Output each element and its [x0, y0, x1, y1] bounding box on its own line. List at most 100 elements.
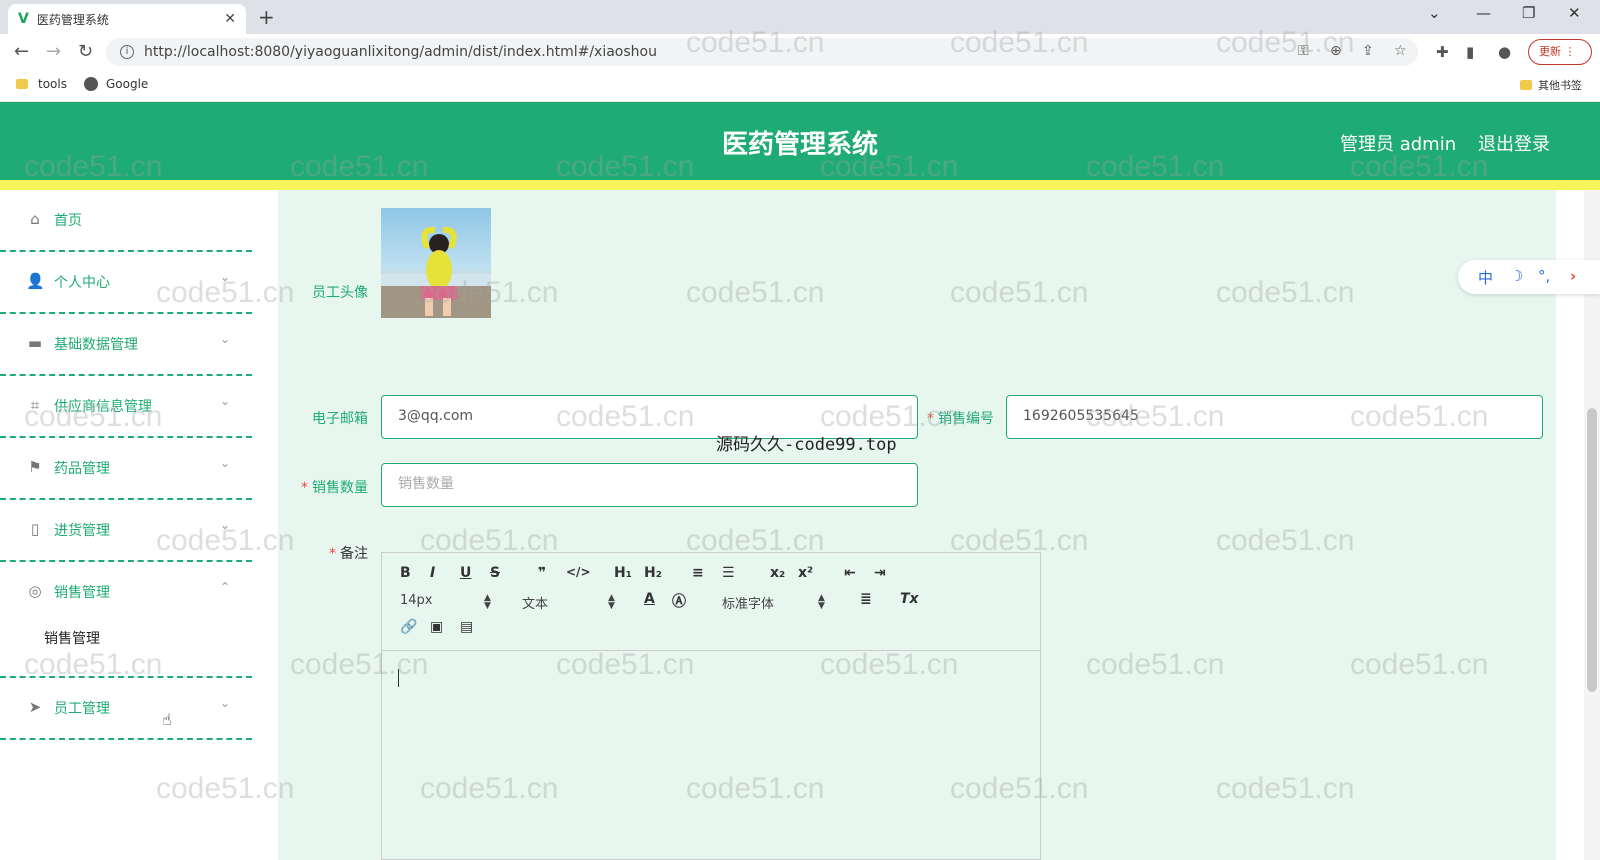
sidebar-item-supplier[interactable]: ⌗ 供应商信息管理 ⌄ — [0, 376, 252, 438]
side-panel-icon[interactable]: ▮ — [1466, 43, 1474, 61]
other-bookmarks[interactable]: 其他书签 — [1520, 77, 1582, 93]
outdent-button[interactable]: ⇤ — [844, 565, 856, 581]
image-button[interactable]: ▣ — [430, 619, 443, 635]
rich-text-editor[interactable]: B I U S ❞ </> H₁ H₂ ≡ ☰ x₂ x² ⇤ ⇥ 14px ▲… — [381, 552, 1041, 860]
sidebar-item-basedata[interactable]: ▬ 基础数据管理 ⌄ — [0, 314, 252, 376]
minimize-icon[interactable]: — — [1476, 4, 1491, 22]
overlay-text: 源码久久-code99.top — [716, 435, 897, 455]
chevron-right-icon[interactable]: › — [1570, 267, 1576, 285]
tab-search-icon[interactable]: ⌄ — [1428, 4, 1441, 22]
other-bookmarks-label: 其他书签 — [1538, 79, 1582, 92]
ordered-list-button[interactable]: ≡ — [692, 565, 704, 581]
sidebar-item-personal[interactable]: 👤 个人中心 ⌄ — [0, 252, 252, 314]
select-caret-icon: ▲ ▼ — [608, 593, 615, 611]
avatar-label: 员工头像 — [312, 285, 368, 301]
bookmark-tools[interactable]: tools — [16, 77, 67, 91]
bookmark-label: tools — [38, 77, 67, 91]
h1-button[interactable]: H₁ — [614, 565, 632, 581]
bullet-list-button[interactable]: ☰ — [722, 565, 735, 581]
sidebar-item-label: 员工管理 — [54, 701, 110, 717]
quantity-field[interactable]: 销售数量 — [381, 463, 918, 507]
star-icon[interactable]: ☆ — [1394, 43, 1407, 59]
chevron-down-icon: ⌄ — [220, 696, 231, 710]
forward-icon[interactable]: → — [46, 41, 61, 62]
hand-cursor-icon: ☝ — [162, 710, 172, 729]
address-bar-row: ← → ↻ i http://localhost:8080/yiyaoguanl… — [0, 34, 1600, 70]
sidebar: ⌂ 首页 👤 个人中心 ⌄ ▬ 基础数据管理 ⌄ ⌗ 供应商信息管理 ⌄ ⚑ 药… — [0, 190, 272, 860]
extensions-icon[interactable]: ✚ — [1436, 43, 1449, 61]
profile-icon[interactable]: ● — [1498, 43, 1511, 61]
zoom-icon[interactable]: ⊕ — [1330, 43, 1342, 59]
phone-icon: ▯ — [30, 520, 40, 538]
quantity-label: * 销售数量 — [290, 477, 368, 497]
sidebar-item-label: 个人中心 — [54, 275, 110, 291]
font-family-select[interactable]: 标准字体 — [722, 593, 774, 612]
home-icon: ⌂ — [30, 210, 40, 228]
chevron-up-icon: ⌃ — [220, 580, 231, 594]
sidebar-item-home[interactable]: ⌂ 首页 — [0, 190, 252, 252]
submenu-item-sales[interactable]: 销售管理 — [44, 628, 100, 648]
sidebar-item-label: 供应商信息管理 — [54, 399, 152, 415]
moon-icon[interactable]: ☽ — [1510, 267, 1523, 285]
key-icon[interactable]: ⚿ — [1298, 43, 1309, 59]
align-button[interactable]: ≣ — [860, 591, 872, 607]
sale-no-label-text: 销售编号 — [938, 411, 994, 427]
vue-favicon-icon: V — [18, 11, 29, 27]
chevron-down-icon: ⌄ — [220, 270, 231, 284]
reload-icon[interactable]: ↻ — [78, 41, 93, 62]
code-button[interactable]: </> — [566, 565, 591, 579]
select-caret-icon: ▲ ▼ — [818, 593, 825, 611]
background-color-button[interactable]: Ⓐ — [672, 591, 686, 611]
quote-button[interactable]: ❞ — [538, 565, 546, 581]
circle-icon: ◎ — [28, 582, 42, 600]
text-cursor — [398, 669, 399, 687]
superscript-button[interactable]: x² — [798, 565, 813, 581]
site-info-icon[interactable]: i — [120, 45, 134, 59]
url-field[interactable]: i http://localhost:8080/yiyaoguanlixiton… — [106, 38, 1418, 66]
h2-button[interactable]: H₂ — [644, 565, 662, 581]
bold-button[interactable]: B — [400, 565, 411, 581]
sidebar-item-label: 销售管理 — [54, 585, 110, 601]
globe-icon — [84, 77, 98, 91]
email-label: 电子邮箱 — [312, 411, 368, 427]
required-mark: * — [927, 411, 934, 427]
required-mark: * — [329, 546, 336, 562]
indent-button[interactable]: ⇥ — [874, 565, 886, 581]
sidebar-item-purchase[interactable]: ▯ 进货管理 ⌄ — [0, 500, 252, 562]
bookmark-google[interactable]: Google — [84, 77, 148, 91]
restore-icon[interactable]: ❐ — [1522, 4, 1535, 22]
block-type-select[interactable]: 文本 — [522, 593, 548, 612]
ime-toolbar[interactable]: 中 ☽ °, › — [1458, 260, 1600, 294]
close-window-icon[interactable]: ✕ — [1568, 4, 1581, 22]
current-user: 管理员 admin — [1340, 134, 1457, 155]
link-button[interactable]: 🔗 — [400, 619, 417, 635]
font-color-button[interactable]: A — [644, 591, 655, 607]
tab-close-icon[interactable]: ✕ — [224, 11, 236, 27]
back-icon[interactable]: ← — [14, 41, 29, 62]
avatar-image[interactable] — [381, 208, 491, 318]
subscript-button[interactable]: x₂ — [770, 565, 785, 581]
sidebar-item-staff[interactable]: ➤ 员工管理 ⌄ — [0, 678, 252, 740]
underline-button[interactable]: U — [460, 565, 471, 581]
bookmark-label: Google — [106, 77, 149, 91]
clear-format-button[interactable]: Tx — [900, 591, 919, 607]
sidebar-item-label: 进货管理 — [54, 523, 110, 539]
logout-link[interactable]: 退出登录 — [1478, 130, 1550, 156]
url-text[interactable]: http://localhost:8080/yiyaoguanlixitong/… — [144, 44, 657, 60]
punctuation-icon[interactable]: °, — [1538, 267, 1550, 285]
bookmarks-bar: tools Google 其他书签 — [0, 70, 1600, 102]
sidebar-item-sales[interactable]: ◎ 销售管理 ⌃ 销售管理 — [0, 562, 252, 678]
ime-lang-icon[interactable]: 中 — [1478, 267, 1493, 288]
video-button[interactable]: ▤ — [460, 619, 473, 635]
update-button[interactable]: 更新 ⋮ — [1528, 39, 1592, 65]
scrollbar-thumb[interactable] — [1587, 408, 1597, 692]
font-size-select[interactable]: 14px — [400, 593, 433, 608]
italic-button[interactable]: I — [430, 565, 435, 581]
share-icon[interactable]: ⇪ — [1362, 43, 1374, 59]
browser-tab[interactable]: V 医药管理系统 ✕ — [8, 4, 246, 34]
strike-button[interactable]: S — [490, 565, 500, 581]
sidebar-item-label: 首页 — [54, 213, 82, 229]
new-tab-button[interactable]: + — [258, 5, 275, 29]
sale-no-field[interactable]: 1692605535645 — [1006, 395, 1543, 439]
sidebar-item-drug[interactable]: ⚑ 药品管理 ⌄ — [0, 438, 252, 500]
